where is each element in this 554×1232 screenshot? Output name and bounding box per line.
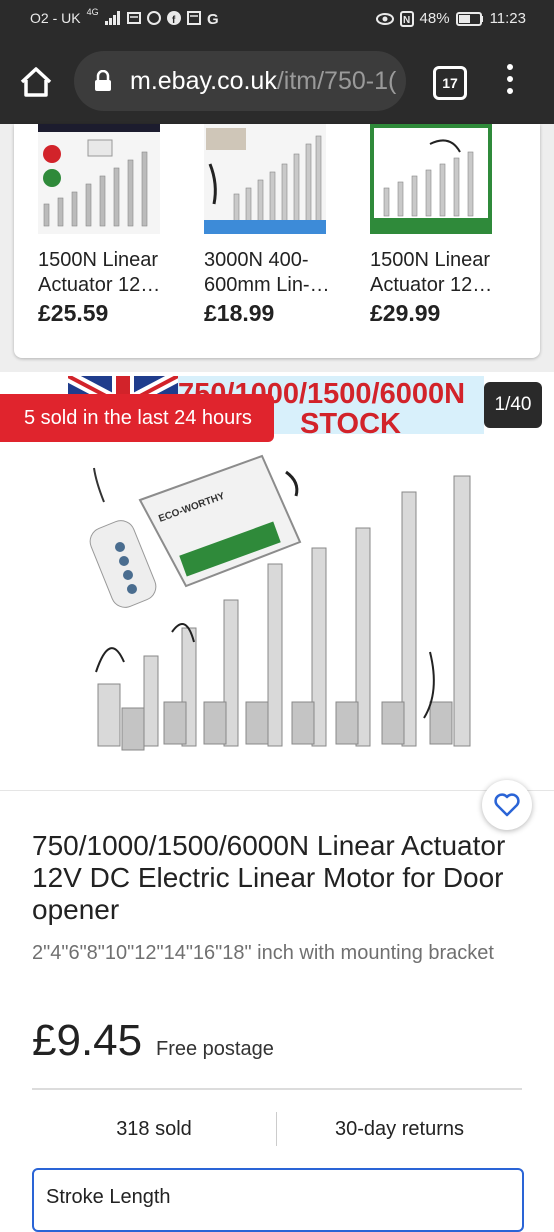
status-bar: O2 - UK 4G f G N 48% 11:23: [0, 0, 554, 38]
postage-info: Free postage: [156, 1038, 274, 1060]
nfc-icon: N: [399, 10, 414, 27]
similar-items-carousel[interactable]: 1500N Linear Actuator 12… £25.59 3000N 4…: [14, 124, 540, 358]
whatsapp-icon: [146, 11, 161, 25]
product-thumbnail: [38, 124, 160, 234]
carousel-item-title: 3000N 400-600mm Lin-…: [204, 249, 330, 296]
divider: [32, 1088, 522, 1090]
sold-recently-badge: 5 sold in the last 24 hours: [0, 394, 274, 442]
similar-items-section: 1500N Linear Actuator 12… £25.59 3000N 4…: [0, 124, 554, 372]
carousel-item-price: £29.99: [370, 300, 441, 326]
more-options-icon[interactable]: [500, 64, 520, 100]
product-thumbnail: [370, 124, 492, 234]
sold-count: 318 sold: [116, 1118, 192, 1140]
carousel-item-title: 1500N Linear Actuator 12…: [38, 249, 161, 296]
returns-info[interactable]: 30-day returns: [277, 1118, 522, 1141]
home-button[interactable]: [16, 62, 56, 102]
signal-icon: [104, 11, 120, 25]
message-icon: [126, 12, 141, 24]
clock: 11:23: [489, 10, 526, 27]
tab-count: 17: [442, 75, 458, 91]
lock-icon: [95, 70, 111, 91]
google-icon: G: [207, 11, 219, 25]
address-bar[interactable]: m.ebay.co.uk/itm/750-1(: [74, 51, 406, 111]
carousel-item-title: 1500N Linear Actuator 12…: [370, 249, 493, 296]
stroke-length-select[interactable]: Stroke Length: [32, 1168, 524, 1232]
product-image-gallery[interactable]: 750/1000/1500/6000N STOCK ECO-WORTHY 5 s…: [0, 372, 554, 790]
browser-toolbar: m.ebay.co.uk/itm/750-1( 17: [0, 38, 554, 124]
url-text: m.ebay.co.uk/itm/750-1(: [130, 67, 396, 96]
svg-text:G: G: [207, 11, 219, 25]
divider: [0, 790, 554, 791]
carousel-item-price: £18.99: [204, 300, 275, 326]
product-thumbnail: [204, 124, 326, 234]
carrier-label: O2 - UK: [30, 10, 81, 26]
svg-text:N: N: [403, 15, 410, 26]
image-counter: 1/40: [484, 382, 542, 428]
battery-percent: 48%: [419, 10, 450, 27]
home-icon: [20, 67, 52, 97]
watch-button[interactable]: [482, 780, 532, 830]
product-title: 750/1000/1500/6000N Linear Actuator 12V …: [32, 830, 506, 925]
product-price: £9.45: [32, 1016, 143, 1065]
news-icon: [186, 11, 201, 25]
product-subtitle: 2"4"6"8"10"12"14"16"18" inch with mounti…: [32, 942, 494, 964]
network-label: 4G: [86, 7, 99, 17]
facebook-icon: f: [166, 11, 181, 25]
carousel-item-price: £25.59: [38, 300, 109, 326]
heart-icon: [494, 793, 520, 817]
url-domain: m.ebay.co.uk: [130, 67, 277, 95]
select-label: Stroke Length: [46, 1186, 171, 1208]
eye-icon: [375, 12, 394, 25]
url-path: /itm/750-1(: [276, 67, 397, 95]
tab-switcher-button[interactable]: 17: [433, 66, 467, 100]
battery-icon: [455, 11, 483, 26]
